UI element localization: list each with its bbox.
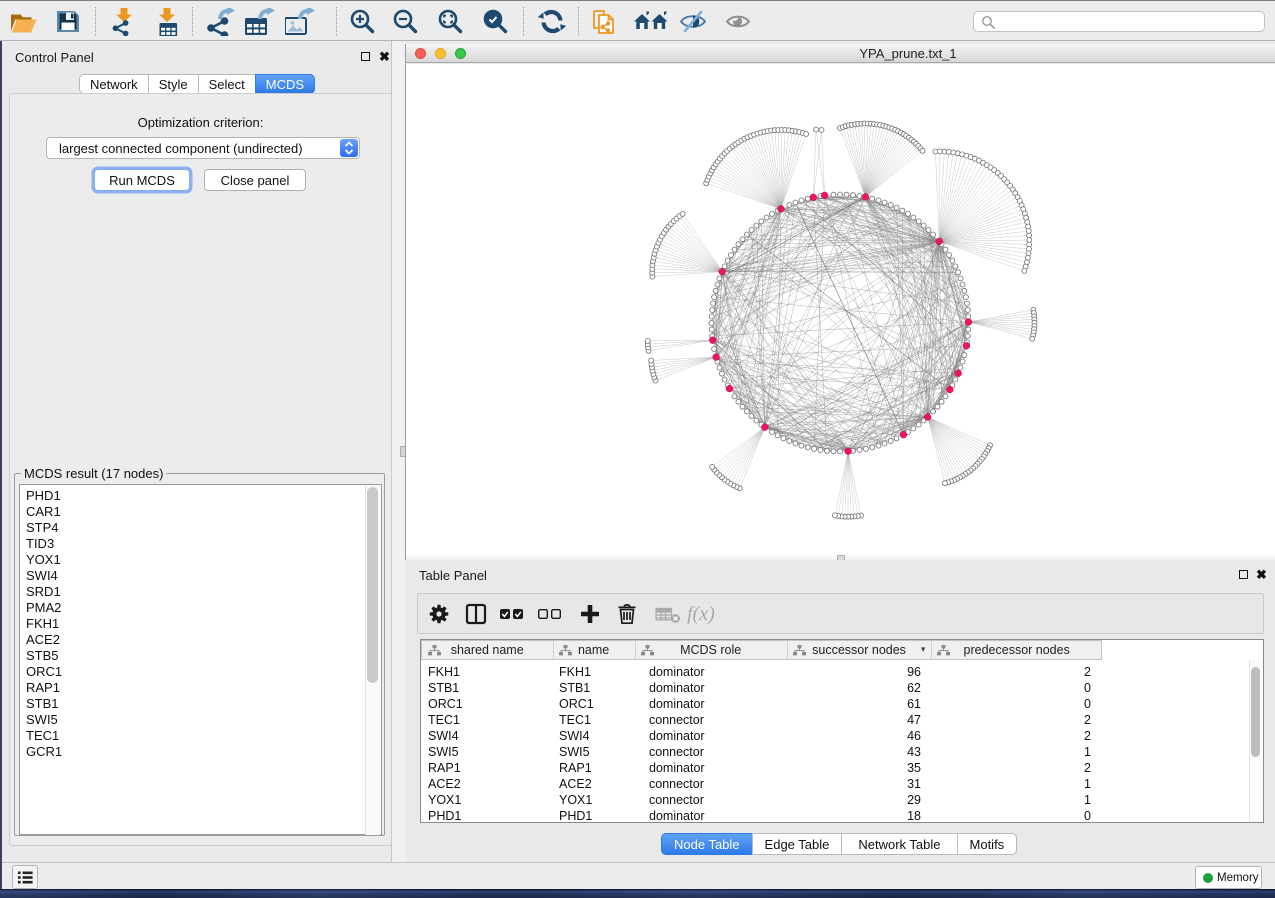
svg-text:f(x): f(x) bbox=[687, 603, 715, 625]
